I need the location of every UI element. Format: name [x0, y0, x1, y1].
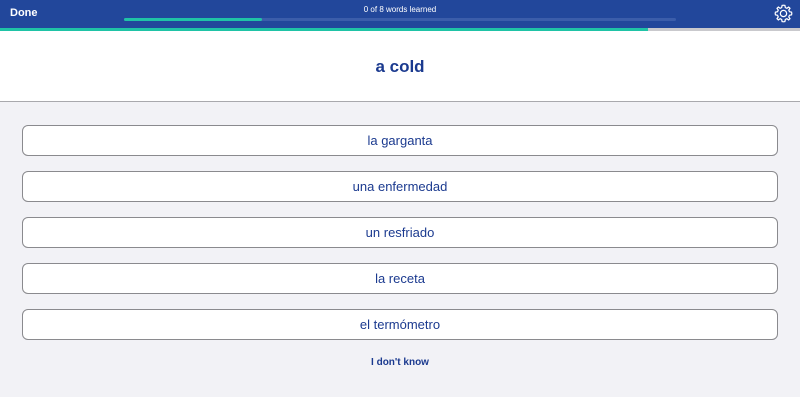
- answer-choice-button[interactable]: un resfriado: [22, 217, 778, 248]
- answer-choice-button[interactable]: el termómetro: [22, 309, 778, 340]
- answer-choice-button[interactable]: la receta: [22, 263, 778, 294]
- dont-know-row: I don't know: [0, 357, 800, 368]
- words-learned-progress-fill: [124, 18, 262, 21]
- prompt-word: a cold: [375, 57, 425, 76]
- words-learned-progress-bar: [124, 18, 676, 21]
- answer-choice-button[interactable]: la garganta: [22, 125, 778, 156]
- top-navigation-bar: Done 0 of 8 words learned: [0, 0, 800, 28]
- gear-icon[interactable]: [773, 3, 794, 24]
- words-learned-label: 0 of 8 words learned: [363, 5, 437, 14]
- prompt-panel: a cold: [0, 31, 800, 102]
- answer-choice-button[interactable]: una enfermedad: [22, 171, 778, 202]
- dont-know-button[interactable]: I don't know: [371, 357, 429, 368]
